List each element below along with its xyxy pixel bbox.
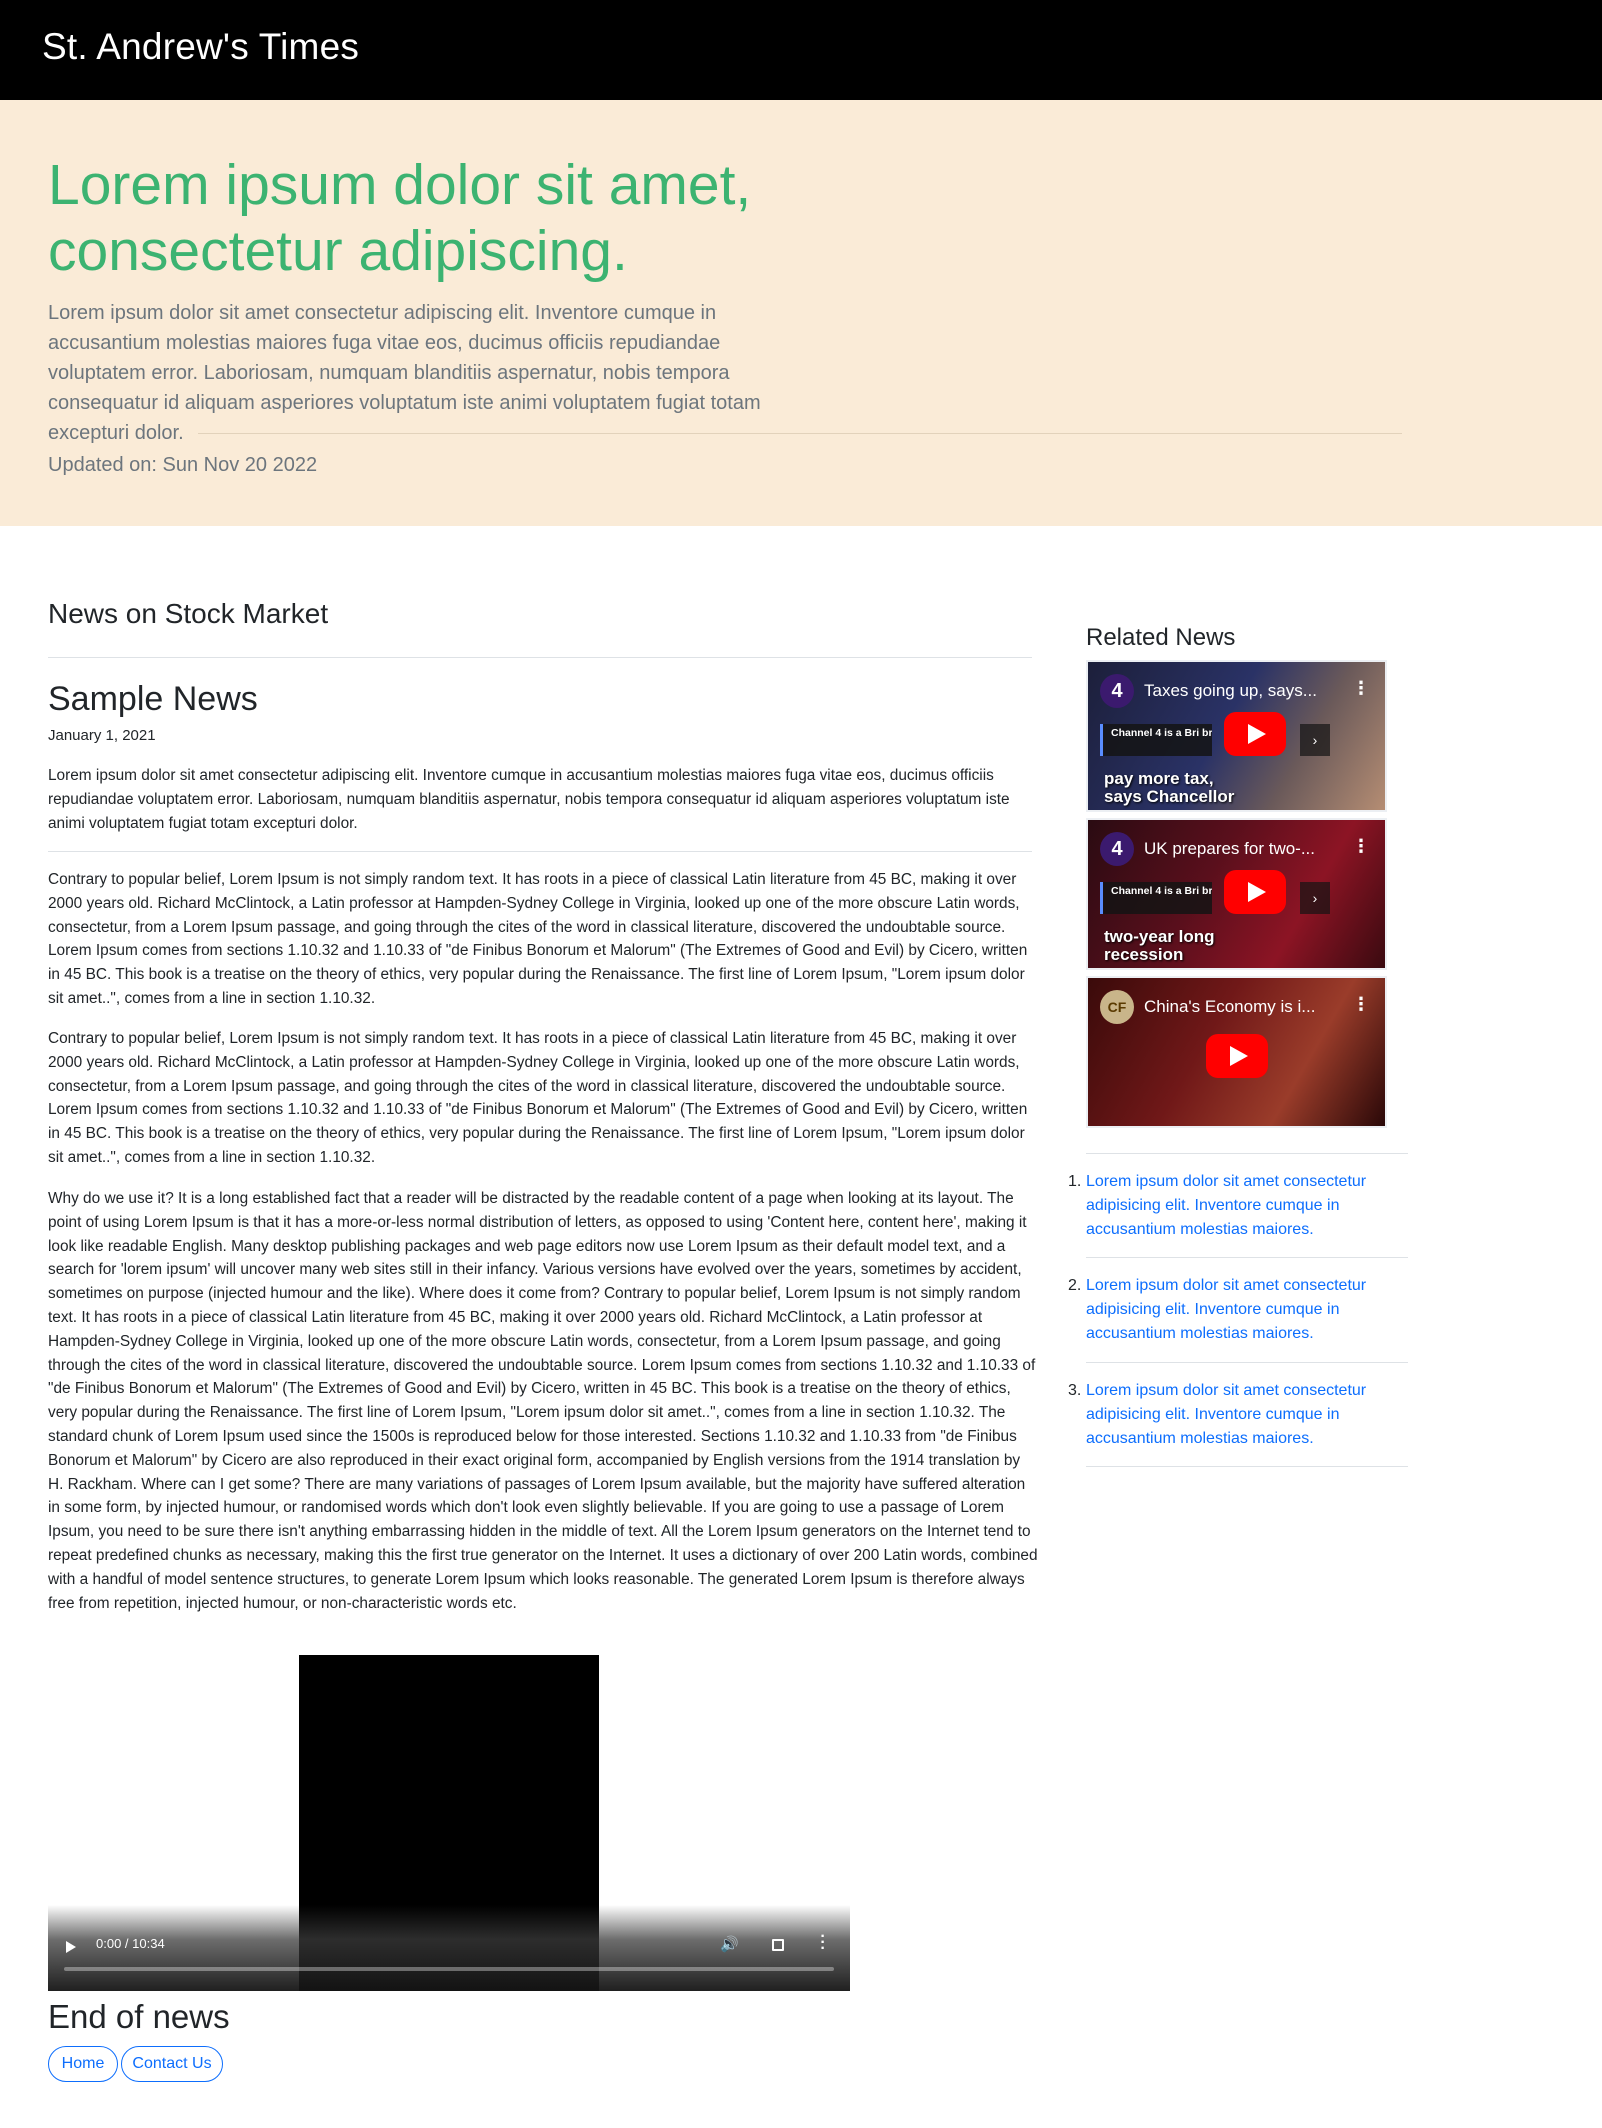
divider <box>1086 1153 1408 1154</box>
youtube-play-icon[interactable] <box>1206 1034 1268 1078</box>
more-icon[interactable]: ⋮ <box>1352 836 1370 857</box>
news-date: January 1, 2021 <box>48 727 156 744</box>
list-number: 1. <box>1068 1173 1082 1190</box>
news-title: Sample News <box>48 680 258 718</box>
caption-line: pay more tax, <box>1104 769 1214 788</box>
brand-link[interactable]: St. Andrew's Times <box>42 26 359 68</box>
section-title: News on Stock Market <box>48 598 329 629</box>
video-title[interactable]: China's Economy is i... <box>1144 997 1344 1017</box>
play-icon[interactable] <box>66 1941 76 1953</box>
related-news-link[interactable]: Lorem ipsum dolor sit amet consectetur a… <box>1086 1379 1386 1451</box>
news-paragraph: Contrary to popular belief, Lorem Ipsum … <box>48 1030 1028 1166</box>
channel-avatar[interactable]: CF <box>1100 990 1134 1024</box>
news-paragraph: Why do we use it? It is a long establish… <box>48 1190 1038 1612</box>
volume-icon[interactable]: 🔊 <box>720 1935 739 1953</box>
updated-date: Updated on: Sun Nov 20 2022 <box>48 454 318 476</box>
thumbnail-caption: pay more tax, says Chancellor <box>1104 770 1234 806</box>
hero-title: Lorem ipsum dolor sit amet, consectetur … <box>48 153 752 283</box>
chevron-right-icon[interactable]: › <box>1300 882 1330 914</box>
related-news-link[interactable]: Lorem ipsum dolor sit amet consectetur a… <box>1086 1170 1386 1242</box>
thumbnail-caption: two-year long recession <box>1104 928 1215 964</box>
channel-avatar[interactable]: 4 <box>1100 674 1134 708</box>
news-lead: Lorem ipsum dolor sit amet consectetur a… <box>48 767 1010 832</box>
divider <box>1086 1257 1408 1258</box>
hero-lead: Lorem ipsum dolor sit amet consectetur a… <box>48 302 761 444</box>
youtube-play-icon[interactable] <box>1224 870 1286 914</box>
channel-info: Channel 4 is a Bri broadcast service <box>1100 882 1212 914</box>
video-title[interactable]: UK prepares for two-... <box>1144 839 1344 859</box>
contact-us-button[interactable]: Contact Us <box>121 2046 223 2082</box>
related-news-link[interactable]: Lorem ipsum dolor sit amet consectetur a… <box>1086 1274 1386 1346</box>
related-news-title: Related News <box>1086 624 1236 651</box>
video-time: 0:00 / 10:34 <box>96 1936 165 1951</box>
youtube-embed[interactable]: 4 Taxes going up, says... ⋮ Channel 4 is… <box>1086 660 1387 812</box>
more-icon[interactable]: ⋮ <box>1352 678 1370 699</box>
video-player[interactable]: 0:00 / 10:34 🔊 · · · <box>48 1655 850 1991</box>
hero-banner: Lorem ipsum dolor sit amet, consectetur … <box>0 100 1602 526</box>
channel-info: Channel 4 is a Bri broadcast service <box>1100 724 1212 756</box>
youtube-embed[interactable]: CF China's Economy is i... ⋮ <box>1086 976 1387 1128</box>
caption-line: two-year long <box>1104 927 1215 946</box>
divider <box>48 657 1032 658</box>
hero-divider <box>198 433 1402 434</box>
channel-avatar[interactable]: 4 <box>1100 832 1134 866</box>
divider <box>48 851 1032 852</box>
youtube-embed[interactable]: 4 UK prepares for two-... ⋮ Channel 4 is… <box>1086 818 1387 970</box>
news-paragraph: Contrary to popular belief, Lorem Ipsum … <box>48 871 1028 1007</box>
list-number: 3. <box>1068 1382 1082 1399</box>
end-title: End of news <box>48 1998 230 2035</box>
home-button[interactable]: Home <box>48 2046 118 2082</box>
divider <box>1086 1466 1408 1467</box>
fullscreen-icon[interactable] <box>772 1939 784 1951</box>
youtube-play-icon[interactable] <box>1224 712 1286 756</box>
caption-line: says Chancellor <box>1104 787 1235 806</box>
list-number: 2. <box>1068 1277 1082 1294</box>
video-title[interactable]: Taxes going up, says... <box>1144 681 1344 701</box>
divider <box>1086 1362 1408 1363</box>
chevron-right-icon[interactable]: › <box>1300 724 1330 756</box>
navbar: St. Andrew's Times <box>0 0 1602 100</box>
more-options-icon[interactable]: · · · <box>820 1929 826 1957</box>
caption-line: recession <box>1104 945 1184 964</box>
more-icon[interactable]: ⋮ <box>1352 994 1370 1015</box>
video-progress-bar[interactable] <box>64 1967 834 1971</box>
